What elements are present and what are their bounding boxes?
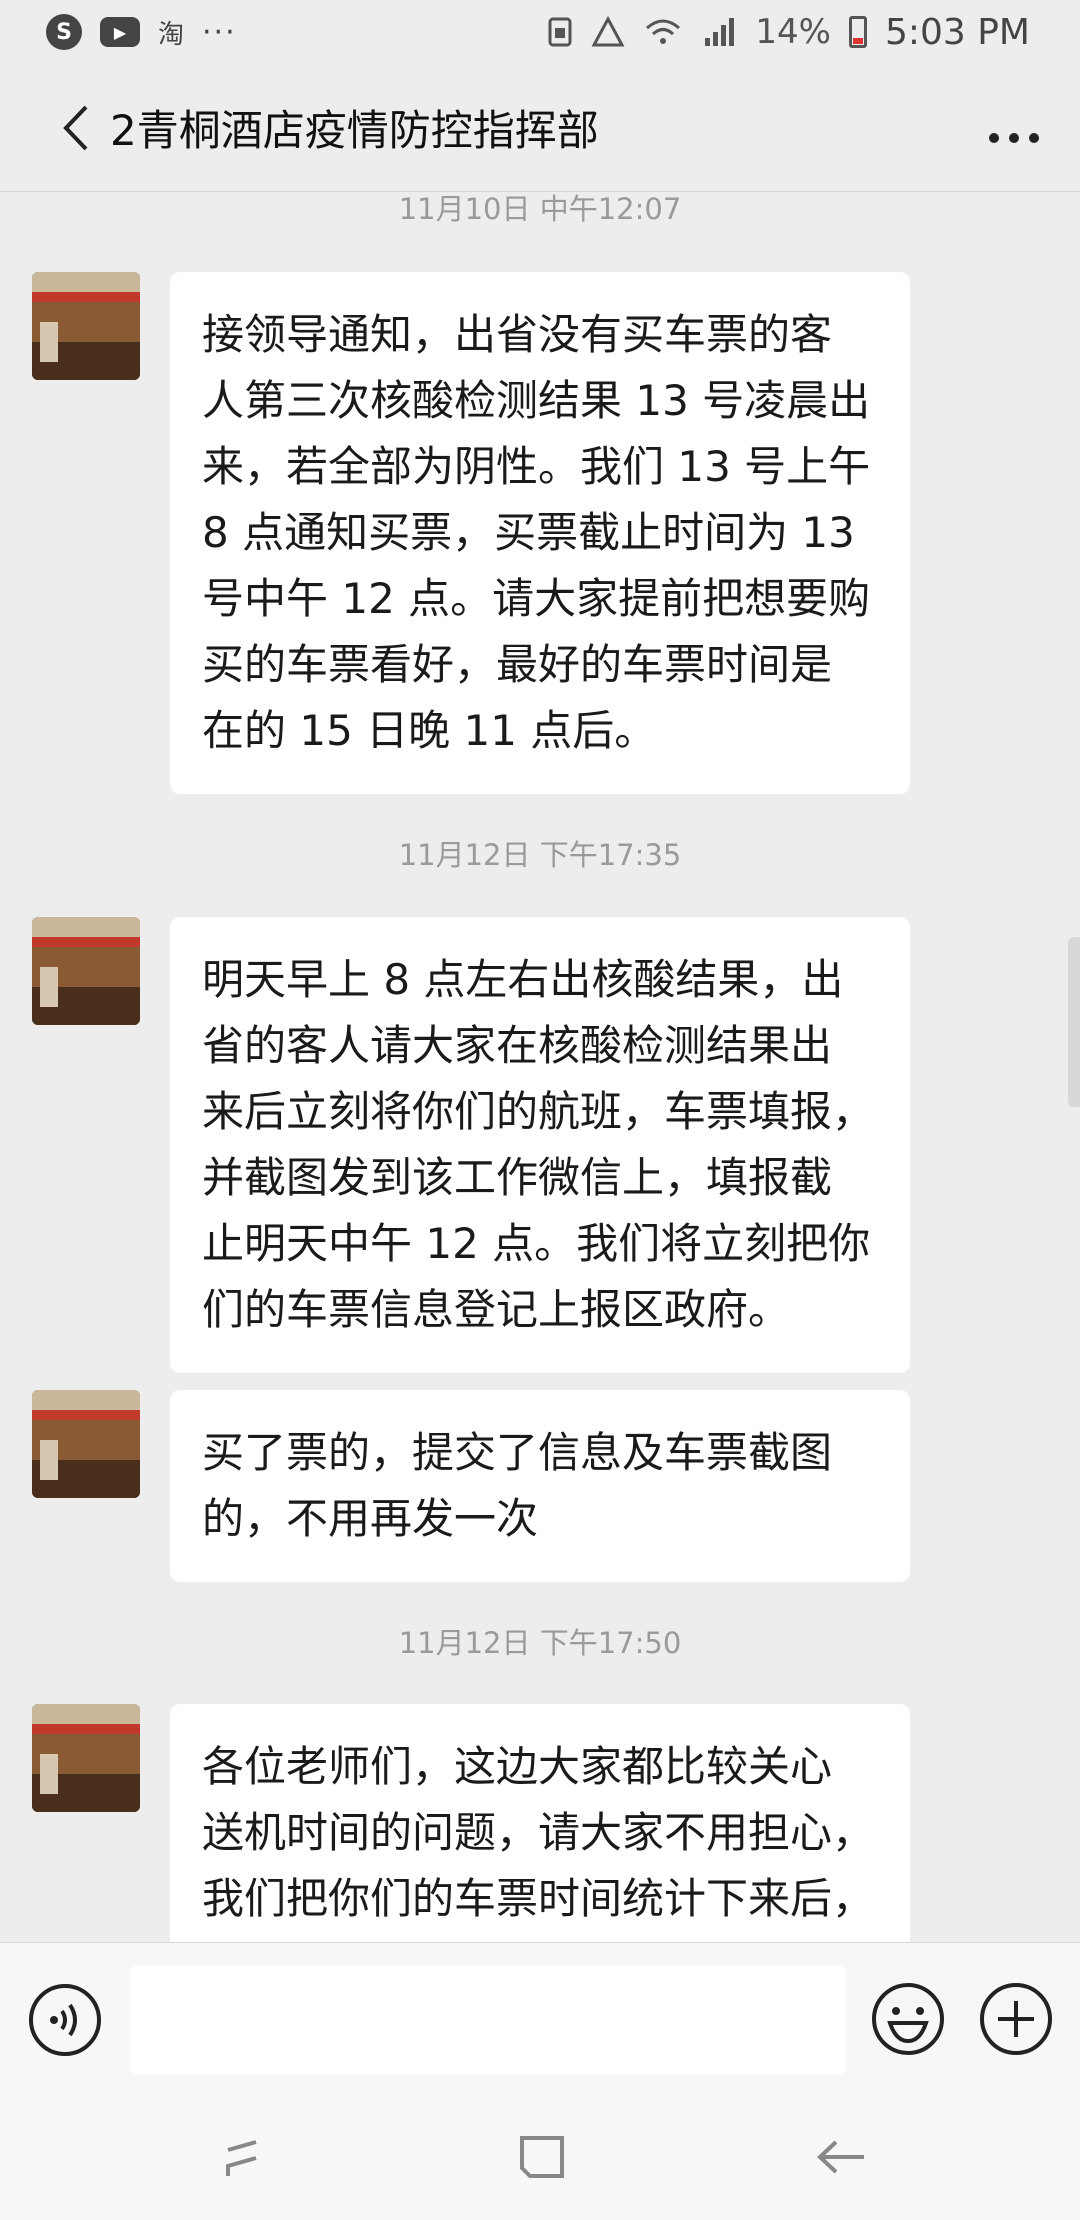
- avatar[interactable]: [32, 1704, 140, 1812]
- clock: 5:03 PM: [884, 11, 1030, 53]
- edge-panel-handle[interactable]: [1068, 937, 1080, 1107]
- signal-icon: [705, 18, 735, 46]
- message-line: 买了票的，提交了信息及车票截图: [202, 1428, 833, 1477]
- status-right: 14% 5:03 PM: [547, 12, 1030, 53]
- input-bar: [0, 1942, 1080, 2094]
- recents-icon: [226, 2140, 257, 2176]
- chat-area[interactable]: 11月10日 中午12:07 接领导通知，出省没有买车票的客 人第三次核酸检测结…: [0, 192, 1080, 1942]
- message-line: 各位老师们，这边大家都比较关心: [202, 1742, 833, 1791]
- chat-header: 2青桐酒店疫情防控指挥部: [0, 64, 1080, 192]
- home-button[interactable]: [512, 2132, 572, 2182]
- message-line: 来后立刻将你们的航班，车票填报，: [202, 1087, 875, 1136]
- voice-input-button[interactable]: [28, 1983, 102, 2057]
- emoji-button[interactable]: [870, 1981, 946, 2057]
- message-line: 买的车票看好，最好的车票时间是: [202, 640, 833, 689]
- message-line: 人第三次核酸检测结果 13 号凌晨出: [202, 376, 871, 425]
- avatar[interactable]: [32, 272, 140, 380]
- system-nav-bar: [0, 2094, 1080, 2220]
- message-line: 省的客人请大家在核酸检测结果出: [202, 1021, 833, 1070]
- back-nav-button[interactable]: [812, 2132, 872, 2182]
- message-line: 号中午 12 点。请大家提前把想要购: [202, 574, 871, 623]
- chevron-left-icon: [63, 105, 88, 150]
- page-title: 2青桐酒店疫情防控指挥部: [110, 106, 599, 155]
- youtube-icon: ▶: [100, 17, 140, 47]
- skype-icon: S: [46, 14, 82, 50]
- wifi-icon: [646, 19, 681, 44]
- message-bubble[interactable]: 明天早上 8 点左右出核酸结果，出 省的客人请大家在核酸检测结果出 来后立刻将你…: [170, 917, 910, 1373]
- message-line: 止明天中午 12 点。我们将立刻把你: [202, 1219, 871, 1268]
- message-line: 并截图发到该工作微信上，填报截: [202, 1153, 833, 1202]
- timestamp: 11月12日 下午17:35: [398, 838, 682, 872]
- message-bubble[interactable]: 接领导通知，出省没有买车票的客 人第三次核酸检测结果 13 号凌晨出 来，若全部…: [170, 272, 910, 794]
- message-line: 们的车票信息登记上报区政府。: [202, 1285, 791, 1334]
- message-line: 明天早上 8 点左右出核酸结果，出: [202, 955, 844, 1004]
- more-options-button[interactable]: [988, 100, 1040, 156]
- avatar[interactable]: [32, 917, 140, 1025]
- message-bubble[interactable]: 各位老师们，这边大家都比较关心 送机时间的问题，请大家不用担心， 我们把你们的车…: [170, 1704, 910, 1942]
- home-icon: [520, 2136, 564, 2178]
- message-line: 来，若全部为阴性。我们 13 号上午: [202, 442, 871, 491]
- voice-icon: [29, 1984, 101, 2056]
- battery-percent: 14%: [755, 12, 831, 52]
- emoji-icon: [872, 1983, 944, 2055]
- message-line: 的，不用再发一次: [202, 1494, 539, 1543]
- avatar[interactable]: [32, 1390, 140, 1498]
- more-notifications-icon: ···: [202, 14, 237, 50]
- message-line: 接领导通知，出省没有买车票的客: [202, 310, 833, 359]
- back-button[interactable]: [0, 64, 90, 192]
- message-line: 送机时间的问题，请大家不用担心，: [202, 1808, 875, 1857]
- sync-icon: [591, 16, 625, 47]
- save-data-icon: [548, 17, 572, 47]
- battery-icon: [848, 16, 867, 48]
- more-dots-icon: [989, 132, 1039, 143]
- back-arrow-icon: [817, 2140, 864, 2174]
- status-bar: S ▶ 淘 ··· 14% 5:03 PM: [0, 0, 1080, 64]
- message-line: 在的 15 日晚 11 点后。: [202, 706, 657, 755]
- message-bubble[interactable]: 买了票的，提交了信息及车票截图 的，不用再发一次: [170, 1390, 910, 1582]
- more-functions-button[interactable]: [978, 1981, 1054, 2057]
- status-left: S ▶ 淘 ···: [46, 14, 237, 51]
- recent-apps-button[interactable]: [212, 2132, 272, 2182]
- timestamp: 11月10日 中午12:07: [398, 192, 682, 226]
- timestamp: 11月12日 下午17:50: [398, 1626, 682, 1660]
- taobao-icon: 淘: [158, 19, 185, 50]
- plus-icon: [980, 1983, 1052, 2055]
- message-line: 我们把你们的车票时间统计下来后，: [202, 1874, 875, 1923]
- message-input[interactable]: [130, 1965, 846, 2075]
- message-line: 8 点通知买票，买票截止时间为 13: [202, 508, 855, 557]
